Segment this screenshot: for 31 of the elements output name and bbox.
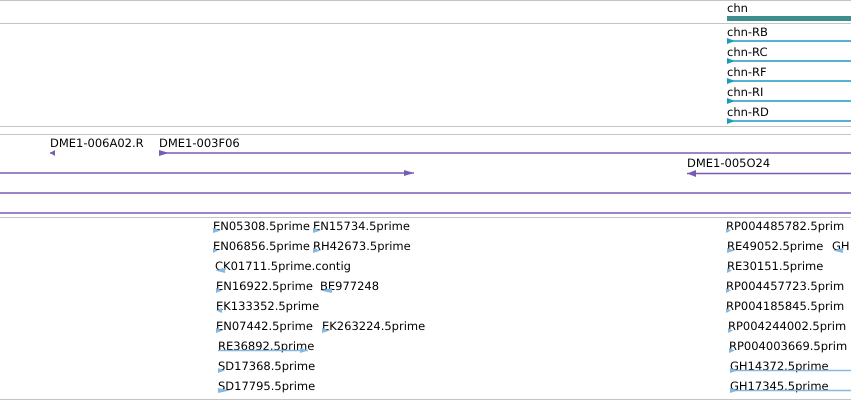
feature-label: chn-RB (727, 26, 768, 38)
feature-label: SD17368.5prime (218, 360, 316, 372)
feature-label: EN05308.5prime (213, 220, 310, 232)
feature-label: GH14372.5prime (730, 360, 829, 372)
feature-label: chn-RF (727, 66, 767, 78)
feature-label: EN07442.5prime (216, 320, 313, 332)
feature-label: RP004003669.5prim (729, 340, 848, 352)
feature-label: chn-RD (727, 106, 769, 118)
feature-label: CK01711.5prime.contig (215, 260, 351, 272)
feature-label: RE36892.5prime (218, 340, 314, 352)
feature-label: EK263224.5prime (322, 320, 426, 332)
feature-label: RP004244002.5prim (728, 320, 846, 332)
feature-label: RP004485782.5prim (726, 220, 844, 232)
feature-label: GH17345.5prime (730, 380, 829, 392)
feature-label: DME1-005O24 (687, 157, 770, 169)
feature-label: RE30151.5prime (727, 260, 824, 272)
feature-label: RP004457723.5prim (726, 280, 844, 292)
feature-label: chn-RC (727, 46, 768, 58)
feature-label: DME1-003F06 (159, 137, 240, 149)
feature-label: chn-RI (727, 86, 764, 98)
feature-label: chn (727, 2, 748, 14)
feature-label: BE977248 (320, 280, 380, 292)
feature-label: SD17795.5prime (218, 380, 316, 392)
feature-label: EN06856.5prime (213, 240, 310, 252)
feature-label: EN16922.5prime (216, 280, 313, 292)
feature-label: RE49052.5prime (727, 240, 824, 252)
feature-label: DME1-006A02.R (50, 137, 144, 149)
feature-label: EN15734.5prime (313, 220, 410, 232)
feature-label: EK133352.5prime (216, 300, 320, 312)
feature-label: RH42673.5prime (313, 240, 411, 252)
feature-label: RP004185845.5prim (726, 300, 844, 312)
